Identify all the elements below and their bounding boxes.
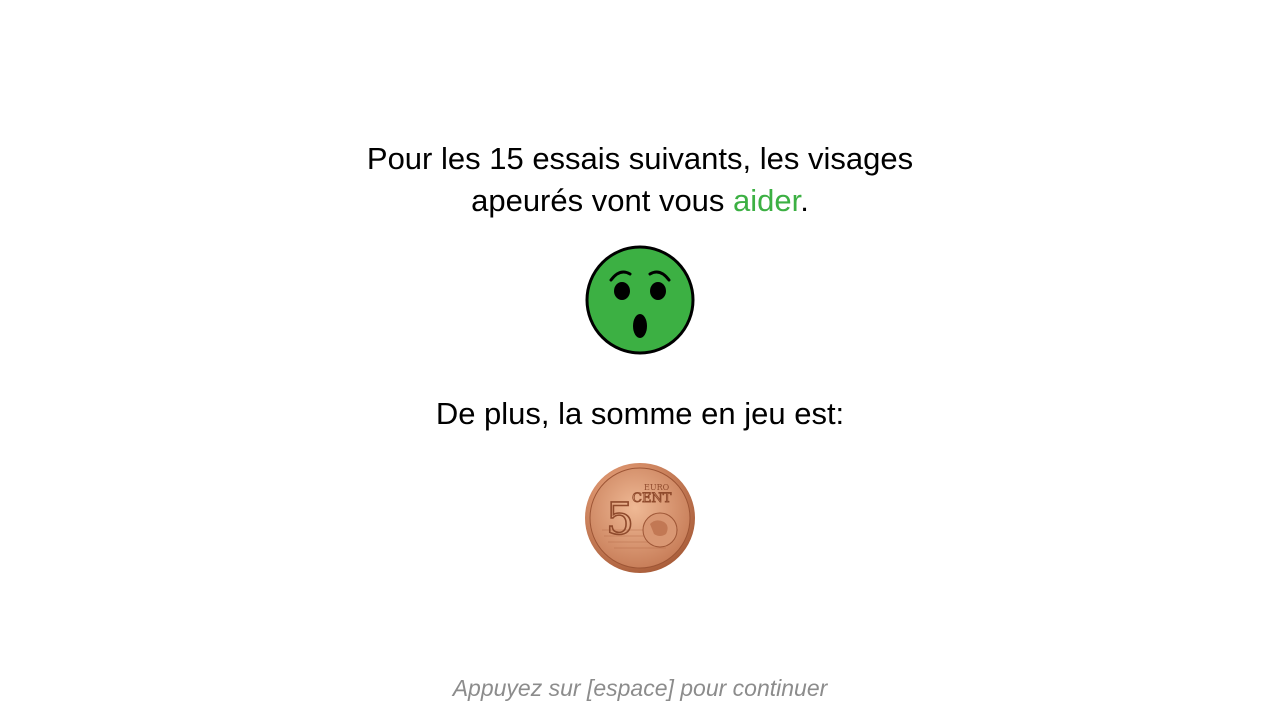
mouth	[633, 314, 647, 338]
instruction-line-2-end: .	[800, 183, 809, 218]
coin-face	[589, 467, 691, 569]
instruction-line-2-start: apeurés vont vous	[471, 183, 734, 218]
instruction-line-2: apeurés vont vous aider.	[0, 180, 1280, 222]
coin-numeral: 5	[606, 494, 634, 545]
right-eye	[650, 282, 666, 300]
slide: Pour les 15 essais suivants, les visages…	[0, 0, 1280, 720]
fearful-face-svg	[585, 245, 695, 355]
coin-cent-text: CENT	[632, 491, 672, 506]
help-highlight-word: aider	[733, 183, 801, 218]
continue-prompt: Appuyez sur [espace] pour continuer	[452, 675, 828, 701]
coin-svg: 5 EURO CENT	[585, 463, 695, 573]
left-eye	[614, 282, 630, 300]
five-euro-cent-coin-icon: 5 EURO CENT	[582, 460, 698, 576]
instruction-line-1: Pour les 15 essais suivants, les visages	[366, 141, 914, 176]
fearful-face-icon	[584, 244, 696, 356]
stake-label: De plus, la somme en jeu est:	[435, 396, 845, 431]
instruction-text: Pour les 15 essais suivants, les visages…	[0, 138, 1280, 222]
